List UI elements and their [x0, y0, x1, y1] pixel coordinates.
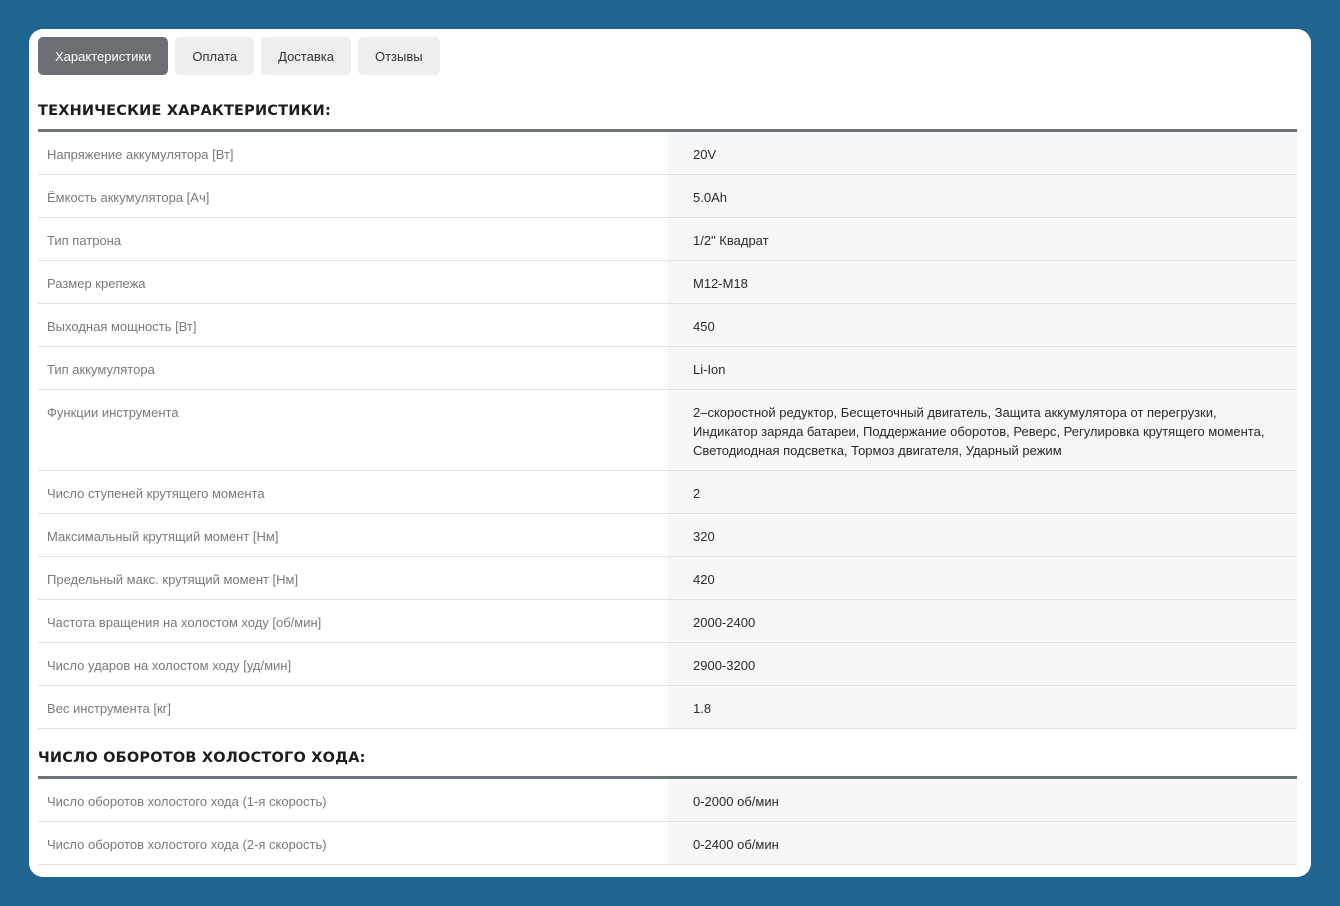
table-row: Частота вращения на холостом ходу [об/ми… — [38, 600, 1297, 643]
table-row: Предельный макс. крутящий момент [Нм] 42… — [38, 557, 1297, 600]
table-row: Число ударов на холостом ходу [уд/мин] 2… — [38, 643, 1297, 686]
spec-name: Размер крепежа — [47, 276, 146, 291]
spec-table-technical: Напряжение аккумулятора [Вт] 20V Ёмкость… — [38, 132, 1297, 729]
table-row: Функции инструмента 2–скоростной редукто… — [38, 390, 1297, 471]
spec-value: Li-Ion — [668, 347, 1297, 389]
spec-name: Функции инструмента — [47, 405, 179, 420]
tab-specifications[interactable]: Характеристики — [38, 37, 169, 75]
section-title-idle-speed: ЧИСЛО ОБОРОТОВ ХОЛОСТОГО ХОДА: — [38, 750, 366, 766]
table-row: Число ступеней крутящего момента 2 — [38, 471, 1297, 514]
section-title-technical: ТЕХНИЧЕСКИЕ ХАРАКТЕРИСТИКИ: — [38, 103, 331, 119]
table-row: Размер крепежа M12-M18 — [38, 261, 1297, 304]
product-tabs: Характеристики Оплата Доставка Отзывы — [38, 37, 440, 75]
spec-name: Тип аккумулятора — [47, 362, 155, 377]
spec-name: Частота вращения на холостом ходу [об/ми… — [47, 615, 322, 630]
spec-value: 420 — [668, 557, 1297, 599]
spec-value: 2000-2400 — [668, 600, 1297, 642]
spec-value: 320 — [668, 514, 1297, 556]
specifications-panel: ТЕХНИЧЕСКИЕ ХАРАКТЕРИСТИКИ: Напряжение а… — [38, 103, 1297, 865]
table-row: Вес инструмента [кг] 1.8 — [38, 686, 1297, 729]
spec-value: 0-2400 об/мин — [668, 822, 1297, 864]
table-row: Максимальный крутящий момент [Нм] 320 — [38, 514, 1297, 557]
table-row: Число оборотов холостого хода (2-я скоро… — [38, 822, 1297, 865]
spec-value: 1/2" Квадрат — [668, 218, 1297, 260]
spec-value: 2 — [668, 471, 1297, 513]
spec-name: Число оборотов холостого хода (1-я скоро… — [47, 794, 327, 809]
product-details-card: Характеристики Оплата Доставка Отзывы ТЕ… — [29, 29, 1311, 877]
spec-name: Тип патрона — [47, 233, 122, 248]
tab-reviews[interactable]: Отзывы — [357, 37, 440, 75]
spec-value: 450 — [668, 304, 1297, 346]
tab-delivery[interactable]: Доставка — [261, 37, 351, 75]
spec-name: Выходная мощность [Вт] — [47, 319, 197, 334]
table-row: Ёмкость аккумулятора [Ач] 5.0Ah — [38, 175, 1297, 218]
table-row: Напряжение аккумулятора [Вт] 20V — [38, 132, 1297, 175]
spec-value: M12-M18 — [668, 261, 1297, 303]
spec-name: Напряжение аккумулятора [Вт] — [47, 147, 234, 162]
spec-value: 2–скоростной редуктор, Бесщеточный двига… — [668, 390, 1297, 470]
spec-value: 1.8 — [668, 686, 1297, 728]
spec-table-idle-speed: Число оборотов холостого хода (1-я скоро… — [38, 779, 1297, 865]
spec-name: Ёмкость аккумулятора [Ач] — [47, 190, 210, 205]
spec-name: Число оборотов холостого хода (2-я скоро… — [47, 837, 327, 852]
table-row: Тип аккумулятора Li-Ion — [38, 347, 1297, 390]
table-row: Число оборотов холостого хода (1-я скоро… — [38, 779, 1297, 822]
spec-name: Максимальный крутящий момент [Нм] — [47, 529, 279, 544]
table-row: Выходная мощность [Вт] 450 — [38, 304, 1297, 347]
spec-name: Предельный макс. крутящий момент [Нм] — [47, 572, 299, 587]
spec-value: 0-2000 об/мин — [668, 779, 1297, 821]
spec-value: 2900-3200 — [668, 643, 1297, 685]
table-row: Тип патрона 1/2" Квадрат — [38, 218, 1297, 261]
tab-payment[interactable]: Оплата — [175, 37, 255, 75]
spec-value: 5.0Ah — [668, 175, 1297, 217]
spec-name: Вес инструмента [кг] — [47, 701, 171, 716]
spec-name: Число ударов на холостом ходу [уд/мин] — [47, 658, 292, 673]
spec-value: 20V — [668, 132, 1297, 174]
spec-name: Число ступеней крутящего момента — [47, 486, 265, 501]
